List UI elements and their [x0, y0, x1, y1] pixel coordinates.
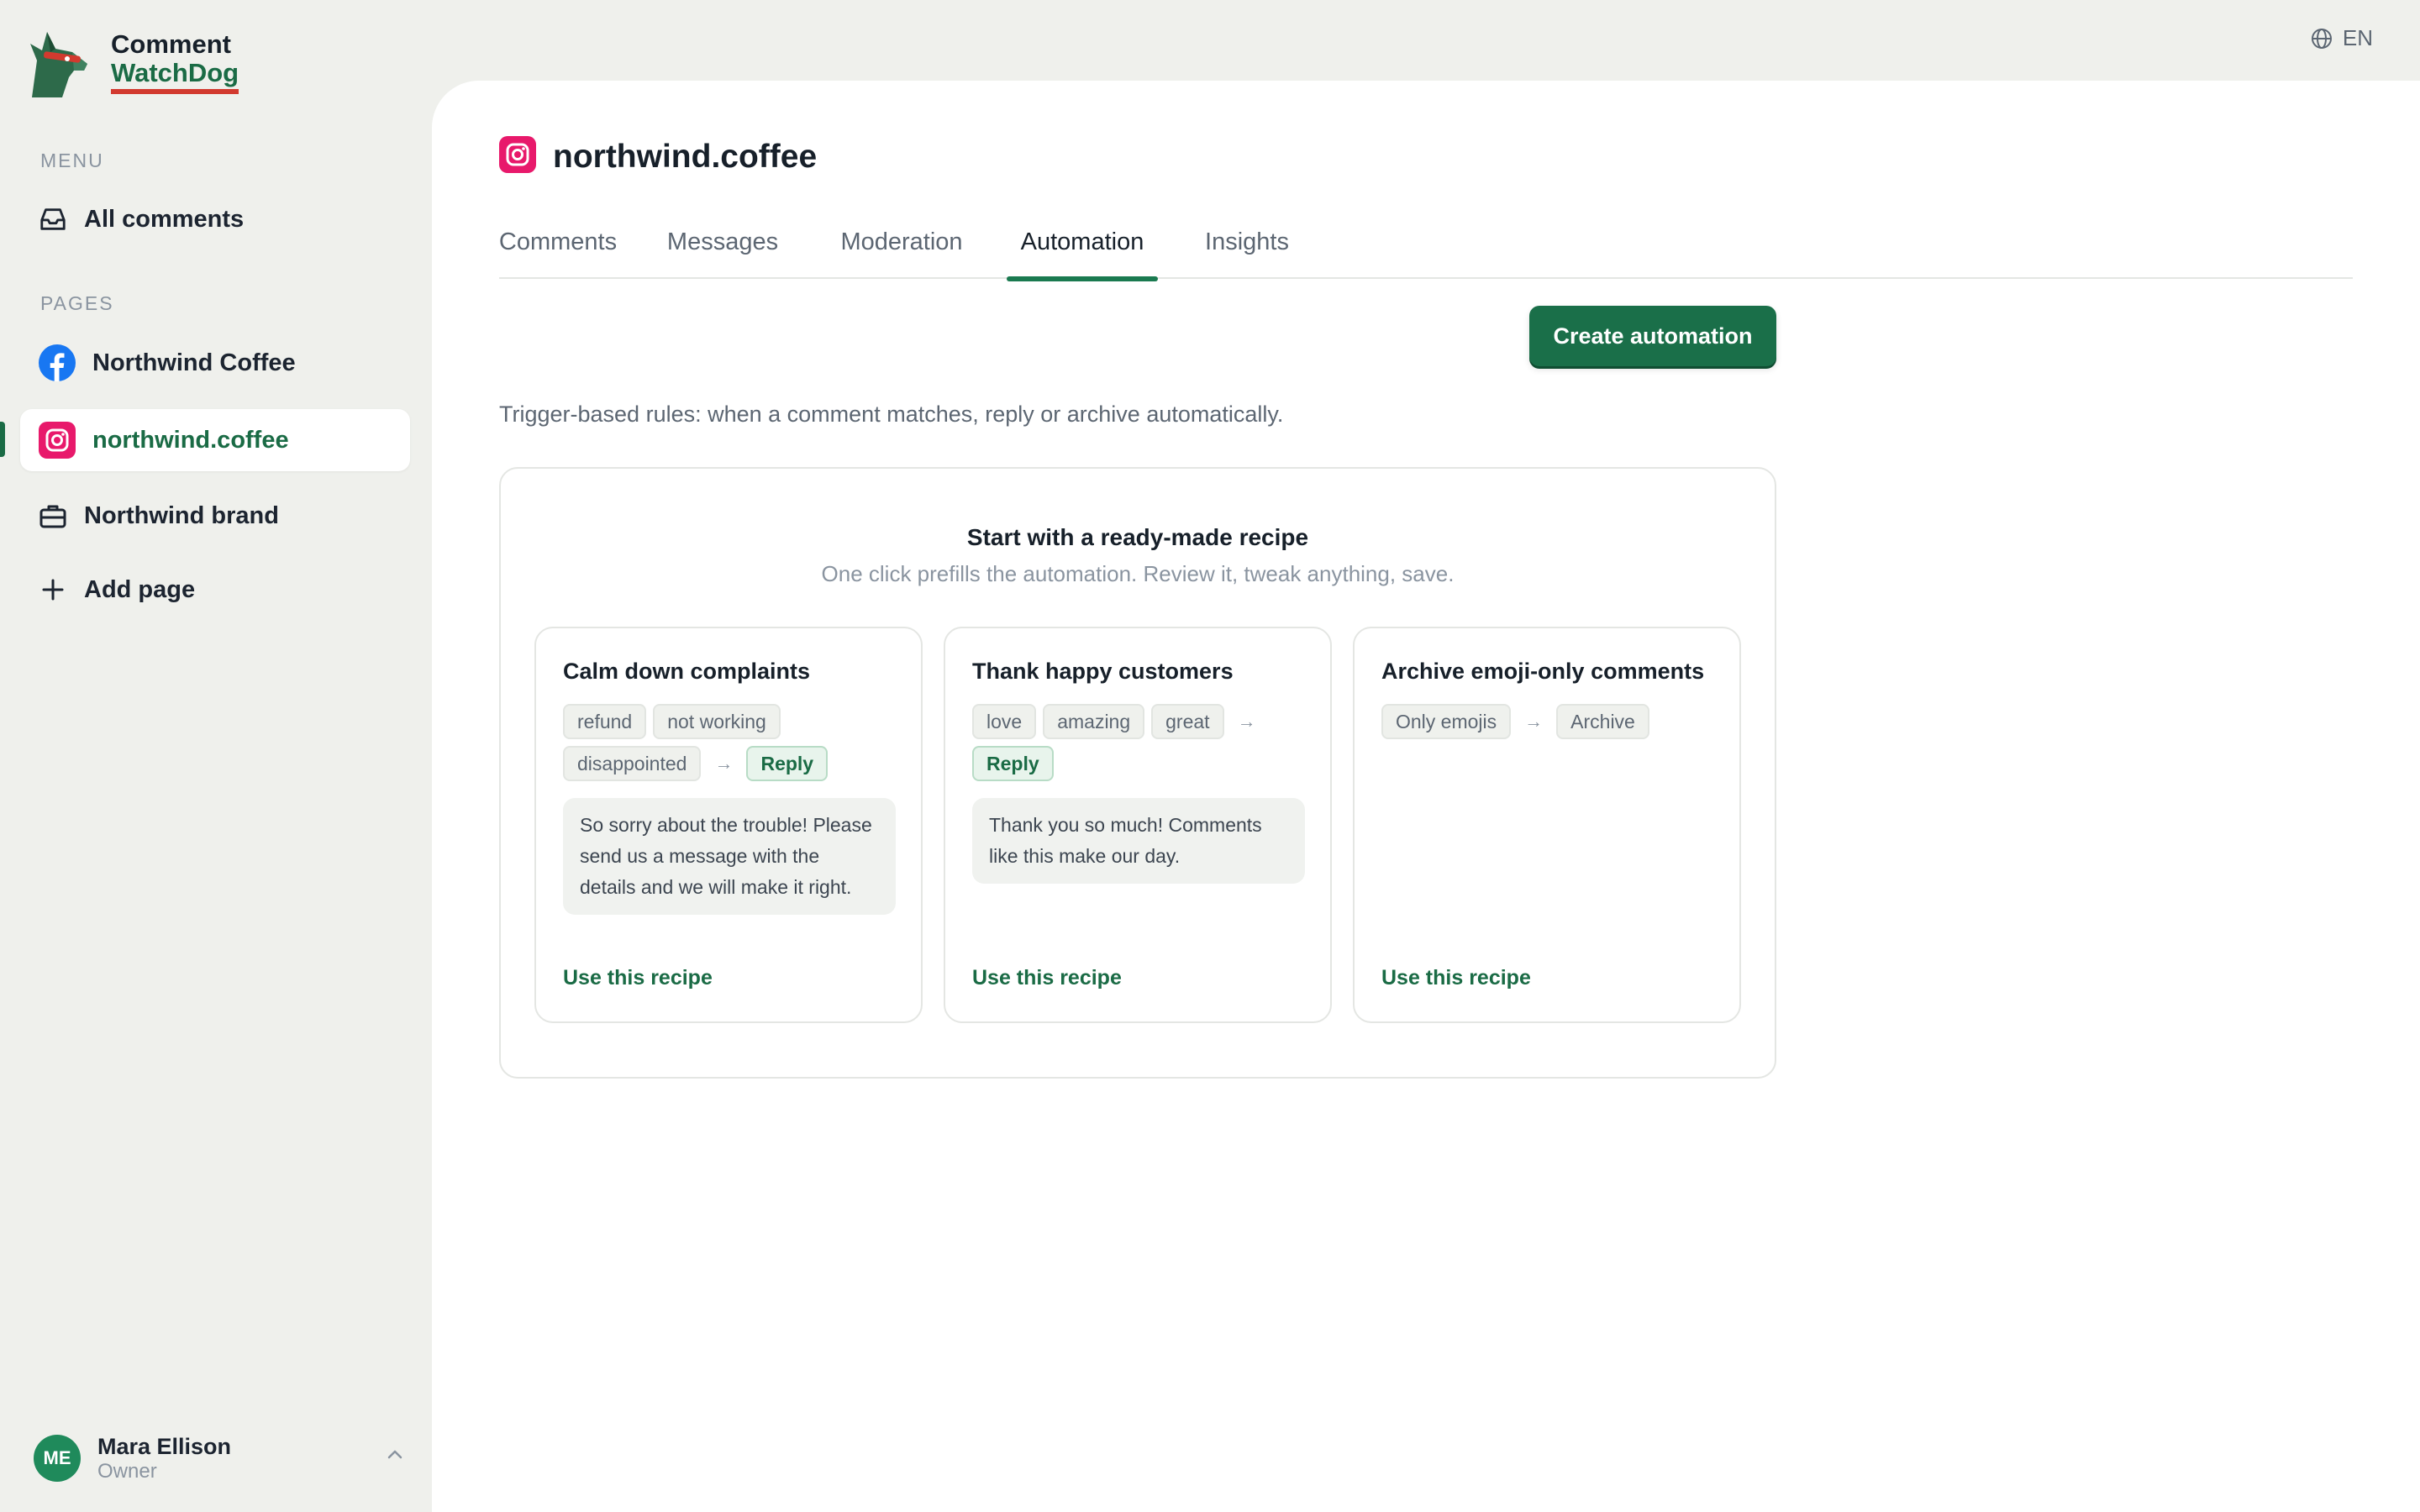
user-role: Owner — [97, 1460, 157, 1483]
keyword-chip: amazing — [1043, 704, 1145, 739]
tab-automation[interactable]: Automation — [1007, 223, 1158, 281]
sidebar-item-label: Northwind Coffee — [92, 349, 296, 376]
language-label: EN — [2342, 25, 2373, 50]
sidebar-item-label: Northwind brand — [84, 501, 279, 529]
recipe-trigger-chips: love amazing great → Reply — [972, 704, 1317, 781]
logo-text-comment: Comment — [111, 29, 231, 59]
user-menu[interactable]: ME Mara Ellison Owner — [34, 1433, 403, 1483]
plus-icon — [39, 571, 67, 608]
keyword-chip: not working — [653, 704, 781, 739]
sidebar-item-northwind-brand[interactable]: Northwind brand — [20, 485, 410, 547]
action-chip: Reply — [746, 746, 829, 781]
sidebar-item-label: northwind.coffee — [92, 426, 289, 454]
keyword-chip: great — [1151, 704, 1224, 739]
use-recipe-link[interactable]: Use this recipe — [563, 966, 713, 990]
tab-messages[interactable]: Messages — [664, 223, 781, 279]
sidebar-item-northwind-coffee[interactable]: Northwind Coffee — [20, 332, 410, 394]
recipes-title: Start with a ready-made recipe — [966, 524, 1309, 550]
tab-label: Insights — [1205, 228, 1289, 255]
recipe-card-calm-down-complaints: Calm down complaints refund not working … — [534, 627, 923, 1023]
page-title: northwind.coffee — [553, 138, 818, 175]
app-logo[interactable]: Comment WatchDog — [25, 27, 239, 97]
tab-bar: Comments Messages Moderation Automation … — [499, 223, 2353, 281]
add-page-label: Add page — [84, 575, 196, 603]
briefcase-icon — [39, 497, 67, 534]
recipe-title: Thank happy customers — [972, 659, 1234, 684]
tab-label: Comments — [498, 228, 618, 255]
action-chip: Reply — [972, 746, 1054, 781]
chevron-up-icon[interactable] — [387, 1448, 403, 1464]
avatar: ME — [34, 1435, 81, 1482]
sidebar: Comment WatchDog MENU All comments PAGES… — [0, 0, 430, 1512]
recipe-trigger-chips: refund not working disappointed → Reply — [563, 704, 908, 781]
keyword-chip: disappointed — [563, 746, 702, 781]
recipe-title: Archive emoji-only comments — [1381, 659, 1705, 684]
sidebar-item-all-comments[interactable]: All comments — [20, 188, 410, 250]
pages-section-label: PAGES — [40, 292, 114, 314]
main-panel: northwind.coffee Comments Messages Moder… — [432, 81, 2420, 1512]
keyword-chip: Only emojis — [1381, 704, 1512, 739]
watchdog-logo-icon — [30, 32, 87, 97]
user-name: Mara Ellison — [97, 1434, 232, 1459]
tab-label: Messages — [666, 228, 779, 255]
automation-description: Trigger-based rules: when a comment matc… — [499, 402, 1284, 427]
use-recipe-link[interactable]: Use this recipe — [1381, 966, 1531, 990]
page-header: northwind.coffee — [499, 136, 817, 177]
reply-preview: So sorry about the trouble! Please send … — [563, 798, 896, 915]
tab-insights[interactable]: Insights — [1197, 223, 1297, 279]
keyword-chip: love — [972, 704, 1037, 739]
sidebar-item-label: All comments — [84, 205, 245, 233]
active-tab-underline — [1007, 276, 1158, 281]
inbox-icon — [39, 201, 67, 238]
create-automation-button[interactable]: Create automation — [1529, 306, 1776, 366]
recipes-card: Start with a ready-made recipe One click… — [499, 467, 1776, 1079]
arrow-right-icon: → — [1237, 711, 1256, 732]
tab-comments[interactable]: Comments — [499, 223, 617, 279]
use-recipe-link[interactable]: Use this recipe — [972, 966, 1122, 990]
instagram-icon — [39, 422, 76, 459]
action-chip: Archive — [1556, 704, 1649, 739]
recipe-card-archive-emoji-only: Archive emoji-only comments Only emojis … — [1353, 627, 1741, 1023]
recipes-subtitle: One click prefills the automation. Revie… — [821, 561, 1455, 586]
instagram-icon — [499, 136, 536, 177]
recipe-card-thank-happy-customers: Thank happy customers love amazing great… — [944, 627, 1332, 1023]
reply-preview: Thank you so much! Comments like this ma… — [972, 798, 1305, 884]
sidebar-item-northwind-instagram[interactable]: northwind.coffee — [20, 409, 410, 471]
language-switcher[interactable]: EN — [2311, 25, 2373, 51]
recipe-trigger-chips: Only emojis → Archive — [1381, 704, 1726, 739]
globe-icon — [2311, 28, 2332, 49]
tab-label: Moderation — [840, 228, 963, 255]
logo-text-watchdog: WatchDog — [111, 59, 239, 94]
facebook-icon — [39, 344, 76, 381]
recipe-title: Calm down complaints — [563, 659, 811, 684]
keyword-chip: refund — [563, 704, 647, 739]
arrow-right-icon: → — [714, 753, 734, 774]
arrow-right-icon: → — [1524, 711, 1544, 732]
tab-label: Automation — [1020, 228, 1144, 255]
add-page-button[interactable]: Add page — [20, 559, 410, 621]
active-indicator — [0, 422, 5, 457]
tab-moderation[interactable]: Moderation — [835, 223, 968, 279]
menu-section-label: MENU — [40, 150, 104, 171]
